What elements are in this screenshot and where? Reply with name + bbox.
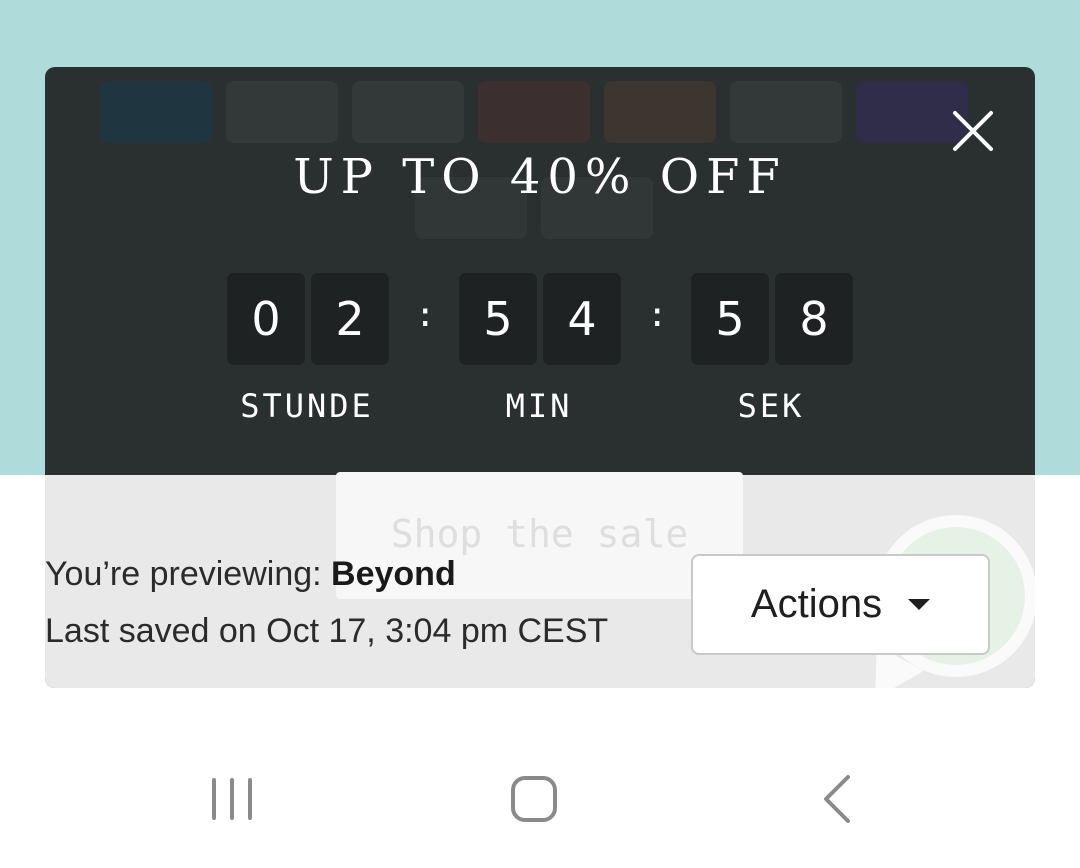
last-saved-text: Last saved on Oct 17, 3:04 pm CEST [45, 612, 609, 650]
recent-apps-icon[interactable] [209, 778, 255, 825]
theme-name: Beyond [331, 555, 456, 593]
minutes-digit-1: 5 [459, 273, 537, 365]
payment-logo [100, 81, 212, 143]
caret-down-icon [908, 599, 931, 610]
hours-label: STUNDE [240, 387, 374, 425]
promo-headline: UP TO 40% OFF [293, 149, 787, 205]
payment-logo [478, 81, 590, 143]
countdown-separator: : [647, 295, 668, 335]
payment-logo [352, 81, 464, 143]
home-icon[interactable] [510, 775, 558, 828]
actions-button[interactable]: Actions [691, 554, 990, 655]
actions-label: Actions [750, 582, 883, 626]
payment-logos-blurred [100, 81, 968, 143]
preview-prefix: You’re previewing: [45, 555, 332, 593]
minutes-label: MIN [505, 387, 573, 425]
payment-logo [730, 81, 842, 143]
hours-digit-1: 0 [227, 273, 305, 365]
back-icon[interactable] [820, 774, 854, 829]
payment-logo [604, 81, 716, 143]
payment-logo [226, 81, 338, 143]
seconds-digit-1: 5 [691, 273, 769, 365]
countdown-separator: : [415, 295, 436, 335]
preview-theme-text: You’re previewing: Beyond [45, 555, 456, 594]
seconds-label: SEK [737, 387, 805, 425]
minutes-digit-2: 4 [543, 273, 621, 365]
hours-digit-2: 2 [311, 273, 389, 365]
seconds-digit-2: 8 [775, 273, 853, 365]
